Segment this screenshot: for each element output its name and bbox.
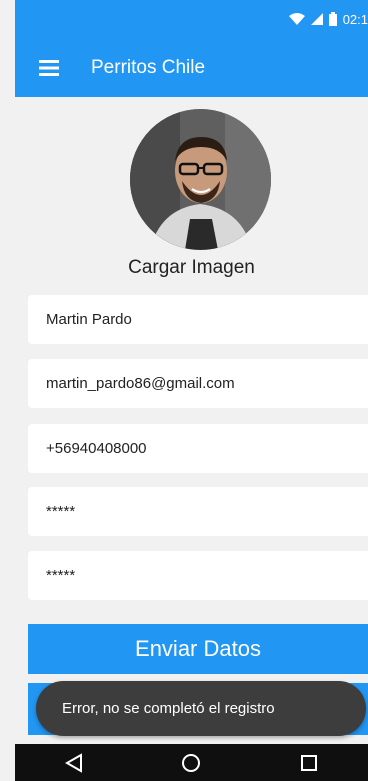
error-toast: Error, no se completó el registro bbox=[36, 681, 366, 736]
app-bar: Perritos Chile bbox=[15, 38, 368, 97]
registration-form: Cargar Imagen Martin Pardo martin_pardo8… bbox=[15, 97, 368, 744]
navigation-bar bbox=[15, 744, 368, 781]
email-field[interactable]: martin_pardo86@gmail.com bbox=[28, 359, 368, 408]
back-icon[interactable] bbox=[54, 748, 94, 778]
home-icon[interactable] bbox=[171, 748, 211, 778]
status-time: 02:1 bbox=[342, 11, 368, 27]
app-title: Perritos Chile bbox=[91, 56, 206, 78]
recents-icon[interactable] bbox=[289, 748, 329, 778]
name-field[interactable]: Martin Pardo bbox=[28, 295, 368, 344]
confirm-password-field[interactable]: ***** bbox=[28, 551, 368, 600]
submit-button[interactable]: Enviar Datos bbox=[28, 624, 368, 674]
signal-icon bbox=[310, 13, 323, 25]
profile-avatar[interactable] bbox=[130, 109, 271, 250]
battery-icon bbox=[328, 12, 337, 26]
wifi-icon bbox=[288, 13, 305, 25]
upload-image-label[interactable]: Cargar Imagen bbox=[15, 257, 368, 279]
phone-field[interactable]: +56940408000 bbox=[28, 424, 368, 473]
status-bar: 02:1 bbox=[15, 0, 368, 38]
password-field[interactable]: ***** bbox=[28, 487, 368, 536]
hamburger-menu-icon[interactable] bbox=[35, 54, 63, 82]
